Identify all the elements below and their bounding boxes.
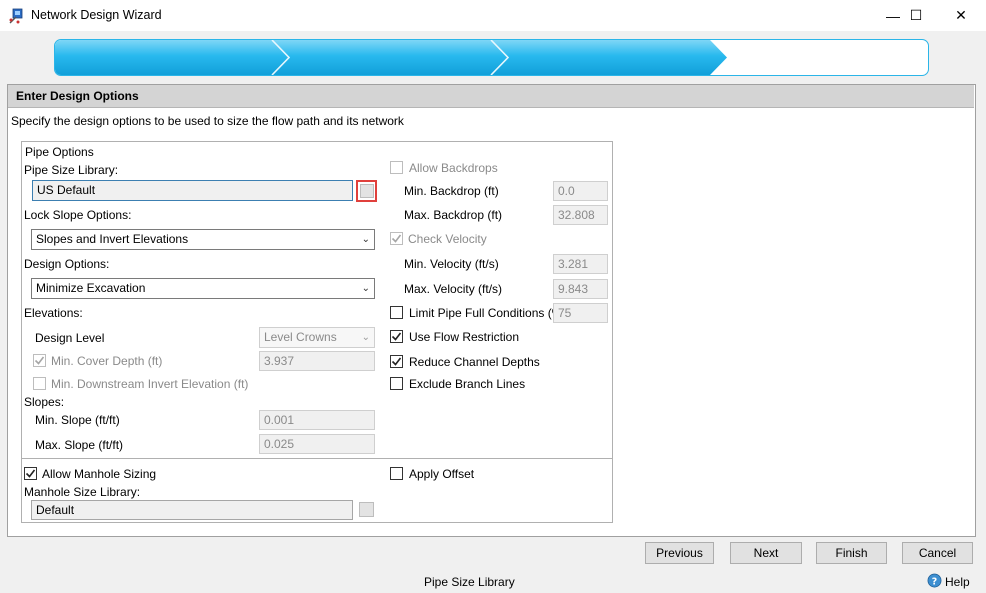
use-flow-restriction-checkbox[interactable] <box>390 330 403 343</box>
reduce-channel-depths-label: Reduce Channel Depths <box>409 355 540 369</box>
check-icon <box>391 234 402 243</box>
previous-button[interactable]: Previous <box>645 542 714 564</box>
check-velocity-label: Check Velocity <box>408 232 487 246</box>
design-options-label: Design Options: <box>24 257 110 271</box>
min-velocity-label: Min. Velocity (ft/s) <box>404 257 499 271</box>
max-backdrop-field[interactable]: 32.808 <box>553 205 608 225</box>
min-slope-field[interactable]: 0.001 <box>259 410 375 430</box>
design-level-value: Level Crowns <box>264 330 337 344</box>
design-options-value: Minimize Excavation <box>36 281 146 295</box>
check-icon <box>25 469 36 478</box>
lock-slope-value: Slopes and Invert Elevations <box>36 232 189 246</box>
section-title: Enter Design Options <box>16 89 139 103</box>
allow-manhole-sizing-label: Allow Manhole Sizing <box>42 467 157 481</box>
limit-pipe-full-checkbox[interactable] <box>390 306 403 319</box>
design-level-select[interactable]: Level Crowns ⌄ <box>259 327 375 348</box>
help-link[interactable]: Help <box>945 575 970 589</box>
lock-slope-label: Lock Slope Options: <box>24 208 132 222</box>
maximize-icon: ☐ <box>909 7 923 23</box>
min-downstream-checkbox[interactable] <box>33 377 46 390</box>
max-velocity-label: Max. Velocity (ft/s) <box>404 282 503 296</box>
exclude-branch-lines-checkbox[interactable] <box>390 377 403 390</box>
manhole-size-library-label: Manhole Size Library: <box>24 485 141 499</box>
check-icon <box>391 357 402 366</box>
group-divider <box>21 458 612 459</box>
cancel-button[interactable]: Cancel <box>902 542 973 564</box>
status-text: Pipe Size Library <box>424 575 515 589</box>
manhole-library-browse-button[interactable] <box>359 502 374 517</box>
max-slope-field[interactable]: 0.025 <box>259 434 375 454</box>
pipe-library-browse-button[interactable] <box>360 184 374 198</box>
next-button[interactable]: Next <box>730 542 802 564</box>
check-icon <box>391 332 402 341</box>
close-icon: ✕ <box>955 7 967 23</box>
slopes-label: Slopes: <box>24 395 65 409</box>
min-backdrop-field[interactable]: 0.0 <box>553 181 608 201</box>
min-cover-checkbox[interactable] <box>33 354 46 367</box>
pipe-size-library-field[interactable]: US Default <box>32 180 353 201</box>
min-cover-field[interactable]: 3.937 <box>259 351 375 371</box>
help-question-icon[interactable]: ? <box>927 573 943 589</box>
pipe-size-library-label: Pipe Size Library: <box>24 163 119 177</box>
elevations-label: Elevations: <box>24 306 83 320</box>
min-cover-label: Min. Cover Depth (ft) <box>51 354 163 368</box>
check-velocity-checkbox[interactable] <box>390 232 403 245</box>
chevron-down-icon: ⌄ <box>361 234 370 245</box>
min-backdrop-label: Min. Backdrop (ft) <box>404 184 499 198</box>
allow-backdrops-checkbox[interactable] <box>390 161 403 174</box>
max-backdrop-label: Max. Backdrop (ft) <box>404 208 503 222</box>
min-velocity-field[interactable]: 3.281 <box>553 254 608 274</box>
design-level-label: Design Level <box>35 331 105 345</box>
check-icon <box>34 356 45 365</box>
pipe-options-label: Pipe Options <box>25 145 94 159</box>
reduce-channel-depths-checkbox[interactable] <box>390 355 403 368</box>
network-wizard-icon <box>9 8 23 24</box>
section-header <box>8 85 974 108</box>
maximize-button[interactable]: ☐ <box>893 0 939 31</box>
use-flow-restriction-label: Use Flow Restriction <box>409 330 520 344</box>
finish-button[interactable]: Finish <box>816 542 887 564</box>
window-title: Network Design Wizard <box>31 8 162 22</box>
progress-completed-fill <box>55 40 727 75</box>
max-slope-label: Max. Slope (ft/ft) <box>35 438 124 452</box>
chevron-down-icon: ⌄ <box>361 283 370 294</box>
design-options-select[interactable]: Minimize Excavation ⌄ <box>31 278 375 299</box>
wizard-progress-steps <box>55 40 727 75</box>
apply-offset-label: Apply Offset <box>409 467 475 481</box>
svg-text:?: ? <box>932 576 937 587</box>
manhole-size-library-field[interactable]: Default <box>31 500 353 520</box>
exclude-branch-lines-label: Exclude Branch Lines <box>409 377 526 391</box>
max-velocity-field[interactable]: 9.843 <box>553 279 608 299</box>
min-slope-label: Min. Slope (ft/ft) <box>35 413 120 427</box>
wizard-progress-bar <box>54 39 929 76</box>
close-button[interactable]: ✕ <box>938 0 984 31</box>
section-description: Specify the design options to be used to… <box>11 114 404 128</box>
allow-backdrops-label: Allow Backdrops <box>409 161 498 175</box>
min-downstream-label: Min. Downstream Invert Elevation (ft) <box>51 377 249 391</box>
limit-pipe-full-field[interactable]: 75 <box>553 303 608 323</box>
apply-offset-checkbox[interactable] <box>390 467 403 480</box>
lock-slope-select[interactable]: Slopes and Invert Elevations ⌄ <box>31 229 375 250</box>
allow-manhole-sizing-checkbox[interactable] <box>24 467 37 480</box>
chevron-down-icon: ⌄ <box>361 332 370 343</box>
limit-pipe-full-label: Limit Pipe Full Conditions (%) <box>409 306 567 320</box>
